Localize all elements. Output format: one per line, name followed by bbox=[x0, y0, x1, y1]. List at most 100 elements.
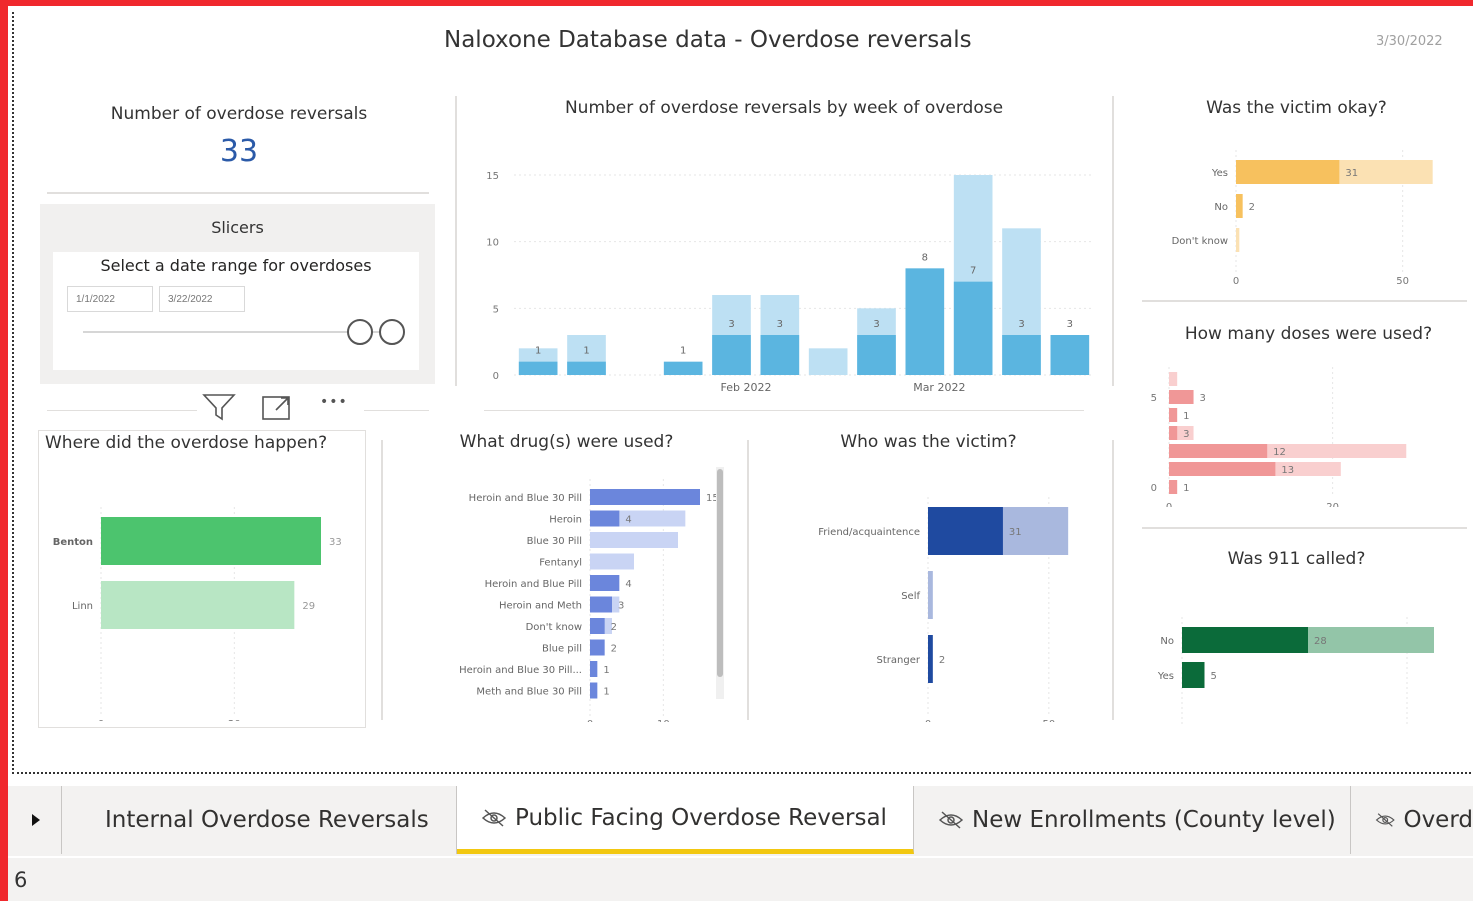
bar-total bbox=[808, 348, 848, 375]
data-label: 5 bbox=[1211, 671, 1217, 682]
category-label: Yes bbox=[1157, 671, 1174, 682]
called-chart[interactable]: 050No28Yes5 bbox=[1132, 607, 1472, 727]
called-chart-title: Was 911 called? bbox=[1227, 549, 1366, 569]
start-date-input[interactable] bbox=[67, 286, 153, 312]
tab-overdose-truncated[interactable]: Overd bbox=[1351, 786, 1473, 854]
okay-chart[interactable]: 0 50 Yes 31 No 2 Don't know bbox=[1139, 142, 1469, 287]
where-chart[interactable]: 0 20 Benton 33 Linn 29 bbox=[39, 471, 365, 721]
y-tick-label: 10 bbox=[486, 238, 499, 249]
bar-total bbox=[1169, 372, 1178, 386]
weekly-bottom-line bbox=[484, 410, 1084, 411]
y-tick-label: 5 bbox=[493, 304, 499, 315]
data-label: 31 bbox=[1009, 527, 1022, 538]
tab-label: Overd bbox=[1403, 807, 1473, 833]
data-label: 31 bbox=[1345, 168, 1358, 179]
date-slicer: Select a date range for overdoses bbox=[53, 252, 419, 370]
y-tick-label: 0 bbox=[493, 371, 499, 382]
bar-total bbox=[590, 553, 634, 570]
data-label: 3 bbox=[777, 319, 783, 330]
bar-selected bbox=[857, 335, 896, 375]
x-tick-label: 0 bbox=[1233, 276, 1239, 287]
doses-divider bbox=[1142, 527, 1467, 529]
data-label: 29 bbox=[302, 601, 315, 612]
category-label: Heroin and Meth bbox=[499, 601, 582, 612]
kpi-value: 33 bbox=[219, 134, 259, 169]
category-label: Heroin bbox=[549, 515, 582, 526]
victim-chart[interactable]: 0 50 Friend/acquaintence 31 Self Stranger 2 bbox=[756, 477, 1106, 722]
slicer-panel: Slicers Select a date range for overdose… bbox=[40, 204, 435, 384]
bar-selected bbox=[928, 507, 1003, 555]
data-label: 4 bbox=[625, 515, 631, 526]
bar-selected bbox=[905, 268, 945, 375]
end-slider-handle[interactable] bbox=[379, 319, 405, 345]
kpi-card[interactable]: Number of overdose reversals 33 bbox=[44, 104, 434, 169]
drugs-chart[interactable]: 010Heroin and Blue 30 Pill15Heroin4Blue … bbox=[394, 467, 744, 722]
victim-chart-title: Who was the victim? bbox=[840, 432, 1017, 452]
date-slider-track[interactable] bbox=[83, 331, 383, 333]
visual-header-line-right bbox=[364, 410, 429, 411]
bar-selected bbox=[518, 361, 558, 375]
data-label: 33 bbox=[329, 537, 342, 548]
bar-selected bbox=[1169, 444, 1268, 458]
doses-chart-title: How many doses were used? bbox=[1184, 324, 1433, 344]
data-label: 2 bbox=[611, 644, 617, 655]
category-label: Heroin and Blue 30 Pill bbox=[469, 493, 582, 504]
start-slider-handle[interactable] bbox=[347, 319, 373, 345]
more-options-button[interactable]: ••• bbox=[320, 394, 348, 410]
drugs-left-divider bbox=[381, 440, 383, 720]
focus-mode-icon[interactable] bbox=[260, 394, 294, 422]
bar-selected bbox=[928, 635, 933, 683]
bar-total bbox=[590, 532, 678, 548]
x-tick-label: 0 bbox=[587, 719, 593, 722]
where-chart-title: Where did the overdose happen? bbox=[45, 433, 328, 453]
bar-selected bbox=[712, 335, 751, 375]
x-tick-label: 50 bbox=[1042, 719, 1055, 722]
bar bbox=[101, 581, 295, 629]
bar-selected bbox=[590, 618, 605, 634]
report-date: 3/30/2022 bbox=[1376, 34, 1443, 49]
category-label: Yes bbox=[1211, 168, 1228, 179]
report-canvas: Naloxone Database data - Overdose revers… bbox=[12, 12, 1473, 774]
data-label: 3 bbox=[1200, 393, 1206, 404]
category-label: Don't know bbox=[1172, 236, 1228, 247]
bar-total bbox=[928, 571, 933, 619]
window-frame-top bbox=[0, 0, 1473, 6]
data-label: 1 bbox=[535, 346, 541, 357]
x-tick-label: 0 bbox=[1166, 502, 1172, 507]
data-label: 1 bbox=[1183, 483, 1189, 494]
bar-selected bbox=[590, 489, 700, 505]
category-label: Benton bbox=[53, 537, 93, 548]
y-tick-label: 5 bbox=[1151, 393, 1157, 404]
drugs-scrollbar-thumb[interactable] bbox=[717, 469, 723, 677]
x-tick-label: 50 bbox=[1396, 276, 1409, 287]
category-label: Blue 30 Pill bbox=[527, 536, 582, 547]
bar-selected bbox=[953, 281, 993, 375]
tab-new-enrollments[interactable]: New Enrollments (County level) bbox=[914, 786, 1351, 854]
category-label: Heroin and Blue 30 Pill... bbox=[459, 665, 582, 676]
end-date-input[interactable] bbox=[159, 286, 245, 312]
category-label: Friend/acquaintence bbox=[818, 527, 920, 538]
filter-icon[interactable] bbox=[202, 392, 236, 422]
play-arrow-icon[interactable] bbox=[8, 786, 62, 854]
data-label: 3 bbox=[873, 319, 879, 330]
bar-selected bbox=[590, 510, 620, 527]
tab-internal-overdose-reversals[interactable]: Internal Overdose Reversals bbox=[62, 786, 457, 854]
category-label: No bbox=[1214, 202, 1228, 213]
category-label: Stranger bbox=[877, 655, 921, 666]
where-chart-card[interactable]: Where did the overdose happen? 0 20 Benton… bbox=[38, 430, 366, 728]
bar-total bbox=[1236, 228, 1240, 252]
category-label: Meth and Blue 30 Pill bbox=[476, 687, 582, 698]
doses-chart[interactable]: 0205031312131 bbox=[1132, 357, 1472, 507]
bar-selected bbox=[1169, 408, 1178, 422]
category-label: Heroin and Blue Pill bbox=[485, 579, 582, 590]
data-label: 3 bbox=[728, 319, 734, 330]
okay-divider bbox=[1142, 300, 1467, 302]
bar-selected bbox=[1050, 335, 1090, 375]
status-bar: 6 bbox=[8, 858, 1473, 901]
hidden-page-icon bbox=[938, 811, 964, 829]
data-label: 3 bbox=[1183, 429, 1189, 440]
weekly-chart[interactable]: 0 5 10 15 1 1 1 3 3 3 8 7 3 3 Feb 2022 Mar 2022 bbox=[469, 147, 1099, 397]
x-tick-label: 20 bbox=[228, 719, 241, 721]
tab-public-facing-overdose-reversal[interactable]: Public Facing Overdose Reversal bbox=[457, 786, 914, 854]
bar-selected bbox=[590, 682, 598, 699]
